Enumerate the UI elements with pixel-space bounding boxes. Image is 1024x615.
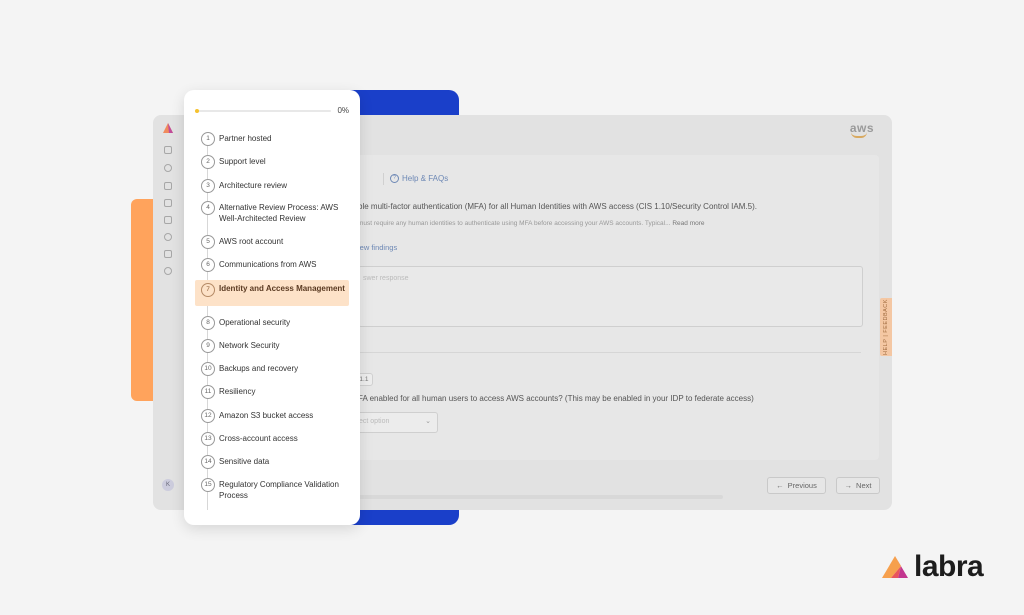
progress-percent: 0%	[337, 106, 349, 115]
megaphone-icon[interactable]	[164, 199, 172, 207]
step-number: 7	[201, 283, 215, 297]
user-avatar[interactable]: K	[162, 479, 174, 491]
step-item[interactable]: 9 Network Security	[195, 339, 349, 355]
step-number: 4	[201, 201, 215, 215]
step-number: 6	[201, 258, 215, 272]
step-label: Architecture review	[219, 181, 288, 190]
step-number: 5	[201, 235, 215, 249]
next-button[interactable]: → Next	[836, 477, 880, 494]
step-label: Resiliency	[219, 387, 256, 396]
step-item[interactable]: 12 Amazon S3 bucket access	[195, 409, 349, 425]
previous-label: Previous	[787, 481, 817, 490]
help-feedback-label: HELP | FEEDBACK	[883, 299, 889, 355]
step-number: 13	[201, 432, 215, 446]
help-faqs-link[interactable]: ? Help & FAQs	[390, 174, 449, 184]
step-number: 14	[201, 455, 215, 469]
step-number: 1	[201, 132, 215, 146]
step-item[interactable]: 10 Backups and recovery	[195, 362, 349, 378]
progress-indicator	[195, 109, 199, 113]
arrow-right-icon: →	[844, 481, 853, 490]
settings-gear-icon[interactable]	[164, 233, 172, 241]
step-item[interactable]: 15 Regulatory Compliance Validation Proce…	[195, 478, 349, 518]
help-feedback-tab[interactable]: HELP | FEEDBACK	[880, 298, 892, 356]
labra-brand: labra	[880, 550, 984, 583]
labra-logo-icon[interactable]	[162, 122, 174, 134]
step-item[interactable]: 11 Resiliency	[195, 385, 349, 401]
step-item[interactable]: 7 Identity and Access Management	[195, 280, 349, 306]
footer-scrollbar[interactable]	[333, 495, 723, 499]
step-label: Network Security	[219, 341, 280, 350]
step-label: Backups and recovery	[219, 364, 299, 373]
sub-question-text: FA enabled for all human users to access…	[358, 394, 754, 403]
section-divider	[358, 352, 861, 353]
help-icon[interactable]	[164, 267, 172, 275]
labra-wordmark: labra	[914, 550, 984, 583]
step-number: 15	[201, 478, 215, 492]
step-number: 2	[201, 155, 215, 169]
help-faqs-label: Help & FAQs	[402, 174, 449, 183]
step-label: Cross-account access	[219, 434, 298, 443]
step-label: Regulatory Compliance Validation Process	[219, 480, 339, 500]
question-description-text: must require any human identities to aut…	[358, 220, 671, 227]
question-title: ble multi-factor authentication (MFA) fo…	[358, 202, 757, 211]
step-number: 3	[201, 179, 215, 193]
step-label: Operational security	[219, 318, 291, 327]
previous-button[interactable]: ← Previous	[767, 477, 826, 494]
step-label: Identity and Access Management	[219, 284, 345, 293]
step-item[interactable]: 6 Communications from AWS	[195, 258, 349, 274]
step-number: 11	[201, 385, 215, 399]
answer-placeholder: swer response	[363, 275, 409, 282]
step-number: 10	[201, 362, 215, 376]
step-label: Amazon S3 bucket access	[219, 411, 314, 420]
divider	[383, 173, 384, 185]
dashboard-icon[interactable]	[164, 146, 172, 154]
chart-icon[interactable]	[164, 182, 172, 190]
step-item[interactable]: 1 Partner hosted	[195, 132, 349, 148]
step-item[interactable]: 8 Operational security	[195, 316, 349, 332]
progress-bar	[195, 109, 331, 113]
option-select[interactable]: ect option ⌄	[348, 412, 438, 433]
eye-icon[interactable]	[164, 164, 172, 172]
step-number: 12	[201, 409, 215, 423]
aws-logo: aws	[850, 121, 874, 138]
labra-logo-icon	[882, 556, 908, 578]
question-description: must require any human identities to aut…	[358, 220, 705, 227]
arrow-left-icon: ←	[776, 481, 784, 490]
step-number: 9	[201, 339, 215, 353]
step-item[interactable]: 14 Sensitive data	[195, 455, 349, 471]
step-label: Sensitive data	[219, 457, 270, 466]
step-label: Communications from AWS	[219, 260, 317, 269]
answer-textarea[interactable]: swer response	[358, 266, 863, 327]
step-label: Partner hosted	[219, 134, 272, 143]
briefcase-icon[interactable]	[164, 216, 172, 224]
step-item[interactable]: 5 AWS root account	[195, 235, 349, 251]
step-item[interactable]: 2 Support level	[195, 155, 349, 171]
step-label: AWS root account	[219, 237, 284, 246]
step-number: 8	[201, 316, 215, 330]
users-icon[interactable]	[164, 250, 172, 258]
step-item[interactable]: 4 Alternative Review Process: AWS Well-Ar…	[195, 201, 349, 229]
app-sidebar-rail: K	[153, 115, 183, 510]
step-item[interactable]: 13 Cross-account access	[195, 432, 349, 448]
step-item[interactable]: 3 Architecture review	[195, 179, 349, 195]
question-circle-icon: ?	[390, 174, 399, 184]
next-label: Next	[856, 481, 872, 490]
view-findings-link[interactable]: iew findings	[358, 243, 397, 252]
step-label: Support level	[219, 157, 266, 166]
steps-panel: 0% 1 Partner hosted 2 Support level 3 Archite…	[184, 90, 360, 525]
select-placeholder: ect option	[359, 418, 390, 425]
chevron-down-icon: ⌄	[425, 418, 431, 425]
step-label: Alternative Review Process: AWS Well-Arc…	[219, 203, 339, 223]
read-more-link[interactable]: Read more	[672, 220, 704, 227]
